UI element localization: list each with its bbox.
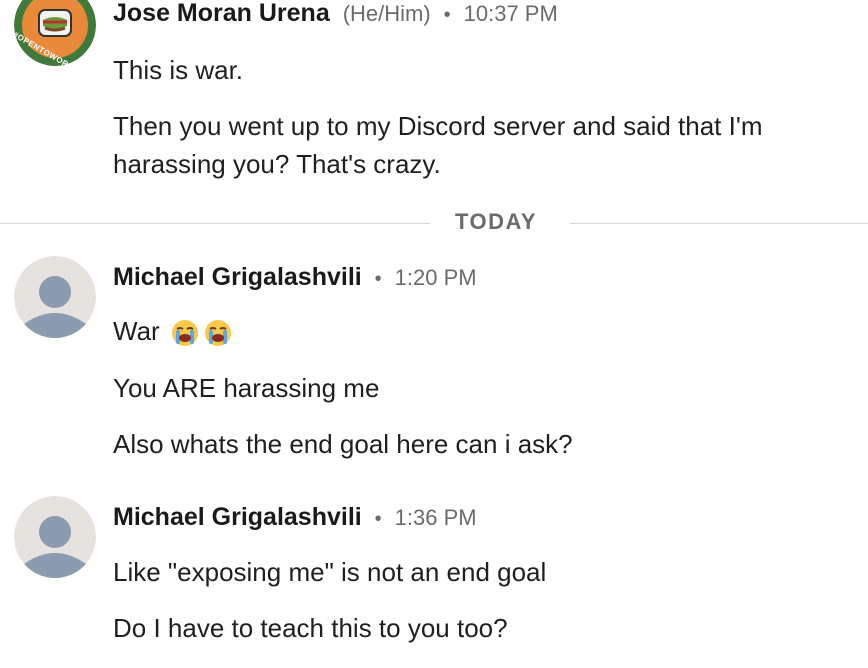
avatar[interactable] bbox=[14, 256, 96, 338]
separator-dot: • bbox=[374, 508, 382, 530]
divider-line-left bbox=[0, 223, 430, 224]
loudly-crying-face-icon bbox=[205, 320, 232, 347]
default-person-icon bbox=[14, 256, 96, 338]
message-line: harassing you? That's crazy. bbox=[113, 149, 441, 179]
loudly-crying-face-icon bbox=[171, 320, 198, 347]
message-text: War bbox=[113, 316, 160, 346]
message-header: Michael Grigalashvili • 1:20 PM bbox=[113, 262, 477, 294]
default-person-icon bbox=[14, 496, 96, 578]
author-name[interactable]: Jose Moran Urena bbox=[113, 0, 330, 27]
message-header: Jose Moran Urena (He/Him) • 10:37 PM bbox=[113, 0, 558, 30]
message-header: Michael Grigalashvili • 1:36 PM bbox=[113, 502, 477, 534]
message-line: Also whats the end goal here can i ask? bbox=[113, 429, 573, 459]
author-name[interactable]: Michael Grigalashvili bbox=[113, 263, 362, 291]
message-line: Like "exposing me" is not an end goal bbox=[113, 557, 547, 587]
separator-dot: • bbox=[443, 4, 451, 26]
avatar[interactable]: #OPENTOWORK bbox=[14, 0, 96, 66]
message-line: War bbox=[113, 313, 232, 349]
timestamp: 1:20 PM bbox=[394, 265, 477, 290]
message-line: You ARE harassing me bbox=[113, 373, 380, 403]
timestamp: 10:37 PM bbox=[463, 1, 558, 26]
message-line: This is war. bbox=[113, 55, 244, 85]
message-line: Do I have to teach this to you too? bbox=[113, 613, 508, 643]
author-name[interactable]: Michael Grigalashvili bbox=[113, 503, 362, 531]
date-divider-label: TODAY bbox=[455, 209, 538, 234]
pronouns: (He/Him) bbox=[342, 1, 431, 26]
avatar[interactable] bbox=[14, 496, 96, 578]
timestamp: 1:36 PM bbox=[394, 505, 477, 530]
separator-dot: • bbox=[374, 268, 382, 290]
divider-line-right bbox=[570, 223, 868, 224]
message-line: Then you went up to my Discord server an… bbox=[113, 111, 763, 141]
